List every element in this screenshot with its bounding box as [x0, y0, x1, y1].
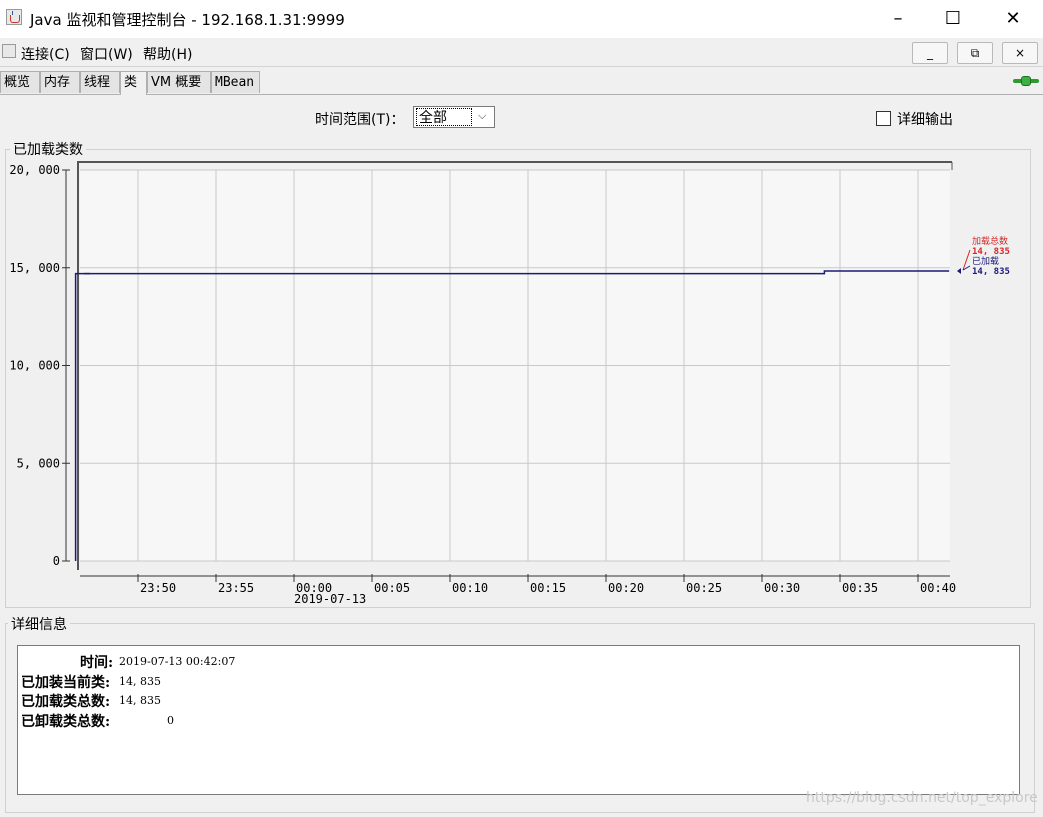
y-tick-label: 10, 000 [9, 359, 60, 373]
x-date-label: 2019-07-13 [294, 592, 366, 606]
x-tick-label: 00:30 [764, 581, 800, 595]
y-tick-label: 15, 000 [9, 261, 60, 275]
x-tick-label: 23:50 [140, 581, 176, 595]
x-tick-label: 00:25 [686, 581, 722, 595]
detail-time-label: 时间: [80, 655, 114, 671]
detail-current-classes-label: 已加装当前类: [21, 675, 111, 691]
y-tick-label: 0 [53, 554, 60, 568]
detail-current-classes-value: 14, 835 [119, 675, 161, 688]
legend-loaded-value: 14, 835 [972, 267, 1010, 277]
detail-total-unloaded-label: 已卸载类总数: [21, 714, 111, 730]
y-tick-label: 5, 000 [17, 456, 60, 470]
detail-total-unloaded-value: 0 [167, 714, 174, 727]
x-tick-label: 00:40 [920, 581, 956, 595]
x-tick-label: 23:55 [218, 581, 254, 595]
series-marker [957, 268, 961, 274]
x-tick-label: 00:35 [842, 581, 878, 595]
watermark-text: https://blog.csdn.net/top_explore [806, 790, 1038, 806]
legend-total-value: 14, 835 [972, 247, 1010, 257]
legend-total-label: 加载总数 [972, 235, 1008, 247]
details-panel-title: 详细信息 [8, 614, 70, 634]
x-tick-label: 00:05 [374, 581, 410, 595]
detail-time-value: 2019-07-13 00:42:07 [119, 655, 236, 668]
x-tick-label: 00:20 [608, 581, 644, 595]
detail-total-loaded-label: 已加载类总数: [21, 694, 111, 710]
loaded-classes-chart: 0 5, 000 10, 000 15, 000 20, 000 23:50 23:55 00… [9, 161, 1010, 606]
x-tick-label: 00:10 [452, 581, 488, 595]
detail-total-loaded-value: 14, 835 [119, 694, 161, 707]
y-tick-label: 20, 000 [9, 163, 60, 177]
x-tick-label: 00:15 [530, 581, 566, 595]
legend-loaded-label: 已加载 [972, 255, 999, 267]
